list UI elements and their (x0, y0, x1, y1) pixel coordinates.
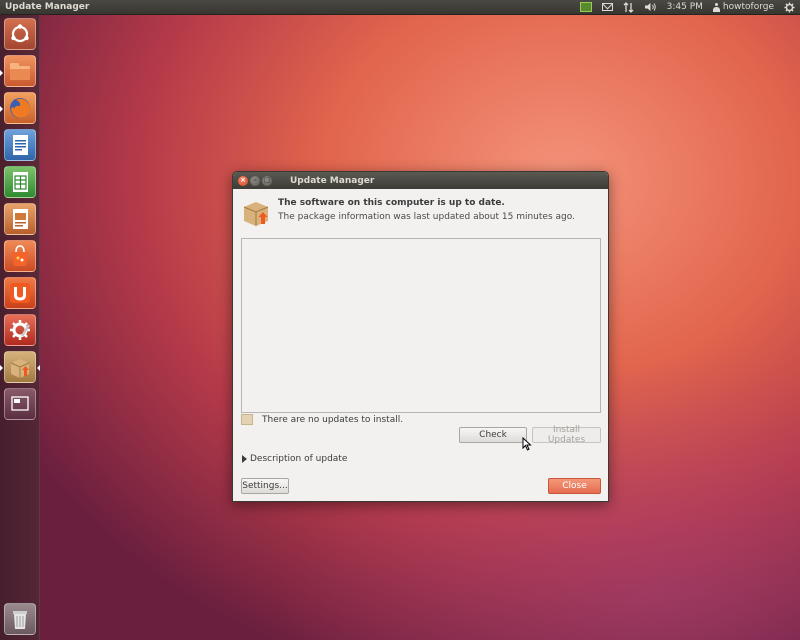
impress-icon[interactable] (4, 203, 36, 235)
last-updated-text: The package information was last updated… (278, 212, 575, 222)
install-updates-button[interactable]: Install Updates (532, 425, 601, 445)
clock[interactable]: 3:45 PM (667, 1, 703, 14)
top-panel: Update Manager 3:45 PM howtoforge (0, 0, 800, 15)
person-icon (712, 2, 720, 12)
mouse-cursor-icon (522, 437, 532, 451)
update-manager-window: × – □ Update Manager The software on thi… (232, 171, 609, 502)
running-indicator (0, 365, 3, 371)
running-indicator (0, 106, 3, 112)
user-name: howtoforge (722, 2, 774, 12)
mail-icon[interactable] (601, 1, 613, 14)
window-titlebar[interactable]: × – □ Update Manager (233, 172, 608, 189)
status-header: The software on this computer is up to d… (241, 197, 601, 231)
maximize-window-icon[interactable]: □ (262, 175, 272, 186)
system-settings-icon[interactable] (4, 314, 36, 346)
calc-icon[interactable] (4, 166, 36, 198)
running-indicator (0, 70, 3, 76)
workspace-switcher-icon[interactable] (4, 388, 36, 420)
gear-icon[interactable] (784, 1, 795, 14)
app-title: Update Manager (5, 2, 90, 12)
close-button[interactable]: Close (548, 478, 601, 494)
ubuntu-one-icon[interactable] (4, 277, 36, 309)
close-window-icon[interactable]: × (238, 175, 248, 186)
status-headline: The software on this computer is up to d… (278, 198, 505, 208)
transfer-arrows-icon[interactable] (623, 1, 634, 14)
package-small-icon (241, 414, 253, 425)
writer-icon[interactable] (4, 129, 36, 161)
description-expander[interactable]: Description of update (242, 454, 347, 464)
ubuntu-dash-icon[interactable] (4, 18, 36, 50)
focused-indicator (37, 365, 40, 371)
expand-arrow-icon (242, 455, 247, 463)
indicator-area: 3:45 PM howtoforge (579, 1, 795, 14)
software-center-icon[interactable] (4, 240, 36, 272)
check-button[interactable]: Check (459, 427, 527, 443)
update-list[interactable] (241, 238, 601, 413)
user-menu[interactable]: howtoforge (712, 1, 774, 14)
trash-icon[interactable] (4, 603, 36, 635)
description-label: Description of update (250, 454, 348, 464)
home-folder-icon[interactable] (4, 55, 36, 87)
package-icon (243, 202, 269, 226)
no-updates-text: There are no updates to install. (262, 414, 404, 425)
volume-icon[interactable] (644, 1, 657, 14)
window-title: Update Manager (290, 175, 375, 186)
minimize-window-icon[interactable]: – (250, 175, 260, 186)
status-row: There are no updates to install. (241, 414, 403, 425)
settings-button[interactable]: Settings... (241, 478, 289, 494)
firefox-icon[interactable] (4, 92, 36, 124)
launcher (0, 15, 40, 640)
update-manager-icon[interactable] (4, 351, 36, 383)
network-icon[interactable] (579, 1, 592, 14)
